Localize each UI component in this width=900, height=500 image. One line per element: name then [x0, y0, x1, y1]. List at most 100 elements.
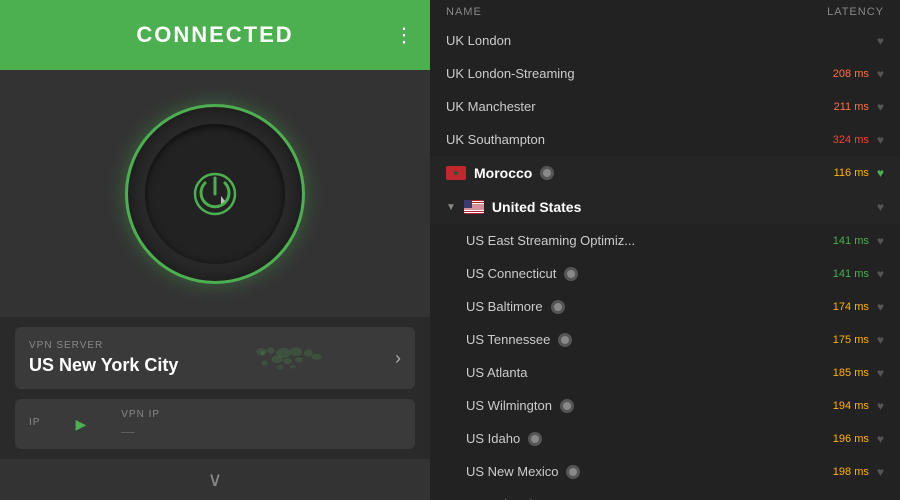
favorite-icon[interactable]: ♥ [877, 234, 884, 248]
list-item[interactable]: US Idaho 196 ms ♥ [430, 422, 900, 455]
server-item-right: 116 ms ♥ [834, 166, 884, 180]
favorite-icon[interactable]: ♥ [877, 366, 884, 380]
list-item[interactable]: US Atlanta 185 ms ♥ [430, 356, 900, 389]
latency-value: 324 ms [833, 134, 869, 146]
server-item-left: US Tennessee [466, 332, 572, 347]
server-item-right: 185 ms ♥ [833, 366, 884, 380]
server-type-icon [560, 399, 574, 413]
country-header-us[interactable]: ▼ United States ♥ [430, 190, 900, 224]
server-item-right: 141 ms ♥ [833, 234, 884, 248]
server-item-left: US New Mexico [466, 464, 580, 479]
latency-value: 116 ms [834, 167, 869, 179]
server-item-left: UK London [446, 33, 511, 48]
vpn-ip-value: — [121, 424, 160, 439]
power-circle-inner [145, 124, 285, 264]
server-item-left: US Wilmington [466, 398, 574, 413]
left-panel: CONNECTED ⋮ VPN SERVER US New York City [0, 0, 430, 500]
server-item-left: UK London-Streaming [446, 66, 575, 81]
chevron-down-icon: ∨ [208, 467, 223, 492]
favorite-icon[interactable]: ♥ [877, 200, 884, 214]
server-type-icon [528, 432, 542, 446]
flag-us-icon [464, 200, 484, 214]
flag-morocco-icon [446, 166, 466, 180]
country-header-left: Morocco [446, 165, 554, 181]
latency-value: 141 ms [833, 268, 869, 280]
list-item[interactable]: US Wilmington 194 ms ♥ [430, 389, 900, 422]
favorite-icon[interactable]: ♥ [877, 67, 884, 81]
latency-value: 211 ms [834, 101, 869, 113]
server-type-icon [558, 333, 572, 347]
server-item-name: US Connecticut [466, 266, 556, 281]
server-item-right: 174 ms ♥ [833, 300, 884, 314]
list-item[interactable]: UK Manchester 211 ms ♥ [430, 90, 900, 123]
server-item-name: UK Manchester [446, 99, 536, 114]
server-item-name: US Baltimore [466, 299, 543, 314]
server-item-name: US Idaho [466, 431, 520, 446]
server-item-name: US Wilmington [466, 398, 552, 413]
favorite-icon[interactable]: ♥ [877, 100, 884, 114]
country-header-morocco[interactable]: Morocco 116 ms ♥ [430, 156, 900, 190]
list-item[interactable]: US Baltimore 174 ms ♥ [430, 290, 900, 323]
right-panel[interactable]: Name Latency UK London ♥ UK London-Strea… [430, 0, 900, 500]
server-info: VPN SERVER US New York City [29, 340, 178, 376]
server-item-name: US Atlanta [466, 365, 527, 380]
server-list-header: Name Latency [430, 0, 900, 24]
ip-section: IP ▶ VPN IP — [15, 399, 415, 449]
favorite-icon[interactable]: ♥ [877, 399, 884, 413]
country-name: Morocco [474, 165, 532, 181]
server-item-name: UK Southampton [446, 132, 545, 147]
favorite-icon[interactable]: ♥ [877, 432, 884, 446]
latency-value: 185 ms [833, 367, 869, 379]
expand-arrow-icon: ▼ [446, 202, 456, 213]
server-type-icon [540, 166, 554, 180]
favorite-icon[interactable]: ♥ [877, 267, 884, 281]
server-item-right: 211 ms ♥ [834, 100, 884, 114]
server-item-right: 141 ms ♥ [833, 267, 884, 281]
list-item[interactable]: US New Mexico 198 ms ♥ [430, 455, 900, 488]
list-item[interactable]: UK Southampton 324 ms ♥ [430, 123, 900, 156]
favorite-icon[interactable]: ♥ [877, 166, 884, 180]
list-item[interactable]: US Tennessee 175 ms ♥ [430, 323, 900, 356]
server-item-left: US Connecticut [466, 266, 578, 281]
vpn-server-section[interactable]: VPN SERVER US New York City › [15, 327, 415, 389]
server-item-name: US New Mexico [466, 464, 558, 479]
server-arrow-icon: › [395, 348, 401, 369]
latency-value: 174 ms [833, 301, 869, 313]
server-name: US New York City [29, 355, 178, 376]
server-item-left: US Atlanta [466, 365, 527, 380]
vpn-ip-group: VPN IP — [121, 409, 160, 439]
favorite-icon[interactable]: ♥ [877, 34, 884, 48]
favorite-icon[interactable]: ♥ [877, 133, 884, 147]
list-item[interactable]: US Nebraska 199 ms ♥ [430, 488, 900, 500]
server-item-left: US East Streaming Optimiz... [466, 233, 635, 248]
power-section [0, 70, 430, 317]
ip-group: IP [29, 417, 40, 432]
list-item[interactable]: US Connecticut 141 ms ♥ [430, 257, 900, 290]
favorite-icon[interactable]: ♥ [877, 300, 884, 314]
power-button[interactable] [189, 168, 241, 220]
list-item[interactable]: UK London-Streaming 208 ms ♥ [430, 57, 900, 90]
server-type-icon [564, 267, 578, 281]
vpn-ip-label: VPN IP [121, 409, 160, 420]
list-item[interactable]: UK London ♥ [430, 24, 900, 57]
favorite-icon[interactable]: ♥ [877, 465, 884, 479]
server-item-name: US East Streaming Optimiz... [466, 233, 635, 248]
server-label: VPN SERVER [29, 340, 178, 351]
server-item-left: UK Southampton [446, 132, 545, 147]
list-item[interactable]: US East Streaming Optimiz... 141 ms ♥ [430, 224, 900, 257]
menu-button[interactable]: ⋮ [394, 23, 414, 48]
server-item-name: UK London-Streaming [446, 66, 575, 81]
server-item-right: 208 ms ♥ [833, 67, 884, 81]
server-item-right: 194 ms ♥ [833, 399, 884, 413]
server-type-icon [551, 300, 565, 314]
server-item-right: 175 ms ♥ [833, 333, 884, 347]
server-item-right: ♥ [869, 34, 884, 48]
power-circle-outer [125, 104, 305, 284]
server-item-right: ♥ [877, 200, 884, 214]
server-item-left: US Baltimore [466, 299, 565, 314]
world-map-icon [249, 337, 324, 379]
favorite-icon[interactable]: ♥ [877, 333, 884, 347]
col-latency-header: Latency [827, 6, 884, 18]
expand-bar[interactable]: ∨ [0, 459, 430, 500]
header-bar: CONNECTED ⋮ [0, 0, 430, 70]
